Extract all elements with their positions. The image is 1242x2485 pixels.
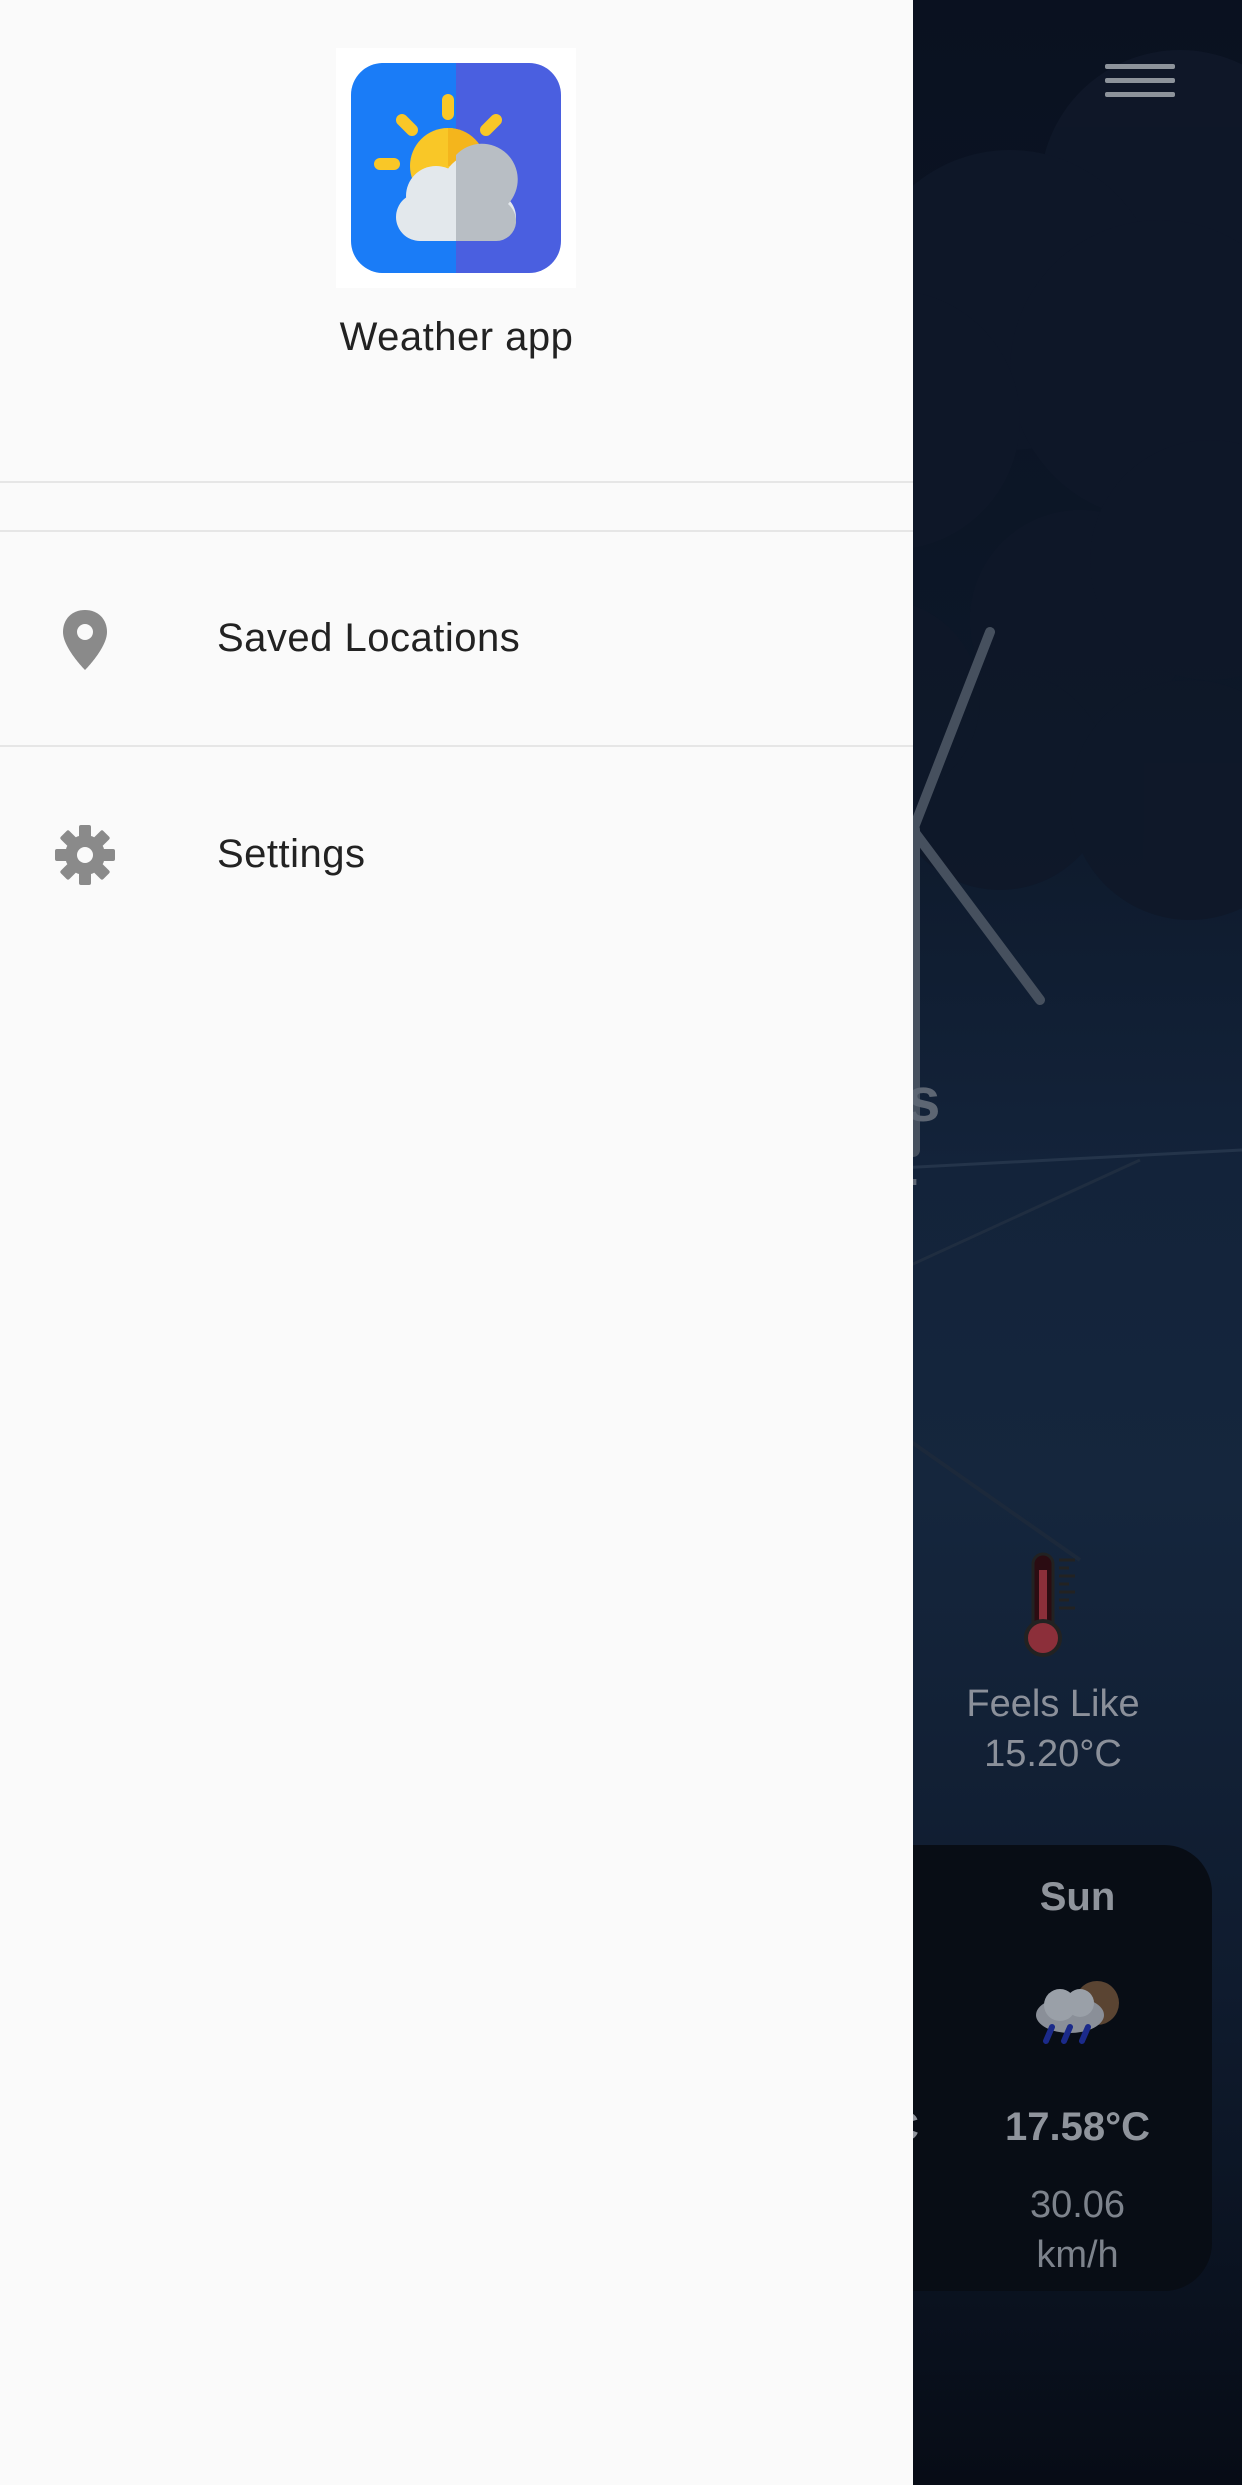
app-name: Weather app (339, 315, 574, 359)
forecast-day-label: Sun (1039, 1875, 1116, 1919)
location-pin-icon (63, 610, 107, 670)
app-logo (336, 48, 576, 288)
nav-item-label: Saved Locations (217, 616, 521, 660)
feels-like-value: 15.20°C (984, 1733, 1122, 1775)
nav-item-settings[interactable]: Settings (0, 748, 913, 961)
header-divider (0, 481, 913, 483)
gear-icon (55, 825, 115, 885)
feels-like-label: Feels Like (966, 1683, 1140, 1725)
thermometer-icon (1024, 1552, 1075, 1657)
nav-item-saved-locations[interactable]: Saved Locations (0, 532, 913, 745)
forecast-wind-speed: 30.06 km/h (1029, 2184, 1126, 2276)
forecast-temperature: 17.58°C (1005, 2105, 1150, 2149)
rain-cloud-moon-icon (1036, 1981, 1119, 2044)
menu-item-divider (0, 745, 913, 747)
hamburger-menu-button[interactable] (1105, 55, 1175, 115)
navigation-drawer: Weather app Saved Locations Settings (0, 0, 913, 2485)
weather-app-logo-icon (351, 63, 561, 273)
nav-item-label: Settings (217, 832, 366, 876)
